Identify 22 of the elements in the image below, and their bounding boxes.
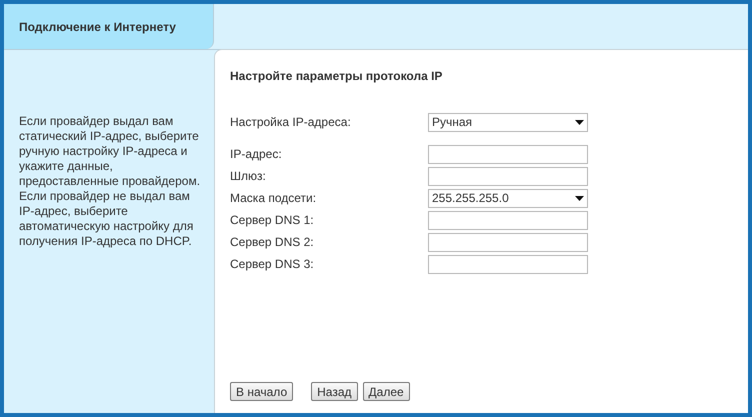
form-title: Настройте параметры протокола IP xyxy=(230,69,442,84)
section-tab[interactable]: Подключение к Интернету xyxy=(4,4,214,49)
input-field[interactable] xyxy=(428,210,588,230)
nav-button[interactable]: Далее xyxy=(362,382,410,401)
field-label: Настройка IP-адреса: xyxy=(230,114,352,131)
help-text: Если провайдер выдал вам статический IP-адрес, выберите ручную настройку IP-адреса и укажите данные, предоставленные провайдером. Если провайдер не выдал вам IP-адрес, выберите автоматическую настройку для получения IP-адреса по DHCP. xyxy=(19,114,202,249)
dropdown[interactable]: Ручная xyxy=(428,112,588,132)
input-field[interactable] xyxy=(428,144,588,164)
nav-button[interactable]: В начало xyxy=(230,382,294,401)
input-field[interactable] xyxy=(428,232,588,252)
field-label: Шлюз: xyxy=(230,168,267,185)
caret-icon xyxy=(575,120,584,124)
field-label: Сервер DNS 2: xyxy=(230,234,315,251)
caret-icon xyxy=(575,196,584,200)
input-field[interactable] xyxy=(428,254,588,274)
dropdown[interactable]: 255.255.255.0 xyxy=(428,188,588,208)
nav-button[interactable]: Назад xyxy=(311,382,358,401)
field-label: IP-адрес: xyxy=(230,146,283,163)
field-label: Сервер DNS 1: xyxy=(230,212,315,229)
field-label: Сервер DNS 3: xyxy=(230,256,315,273)
input-field[interactable] xyxy=(428,166,588,186)
field-label: Маска подсети: xyxy=(230,190,318,207)
